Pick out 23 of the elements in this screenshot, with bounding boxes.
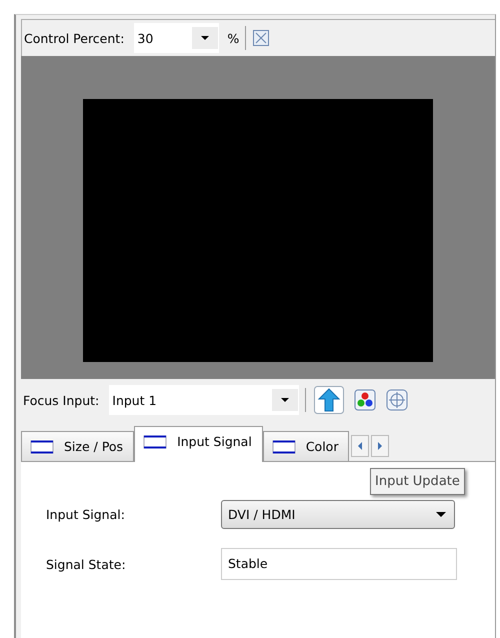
control-percent-label: Control Percent: bbox=[24, 30, 124, 46]
field-label: Input Signal: bbox=[45, 506, 126, 522]
signal-state-field[interactable]: Stable bbox=[221, 548, 457, 580]
input-signal-dropdown[interactable]: DVI / HDMI bbox=[221, 500, 455, 528]
right-triangle-icon bbox=[377, 442, 384, 450]
scroll-right-button[interactable] bbox=[371, 435, 390, 457]
scroll-left-button[interactable] bbox=[351, 435, 370, 457]
focus-input-label: Focus Input: bbox=[23, 392, 100, 408]
window-icon bbox=[30, 440, 54, 454]
tab[interactable]: Color bbox=[262, 431, 350, 461]
left-triangle-icon bbox=[357, 442, 364, 450]
percent-label: % bbox=[227, 30, 240, 46]
percent-dropdown[interactable]: 30 bbox=[134, 23, 220, 53]
focus-input-dropdown[interactable]: Input 1 bbox=[109, 385, 300, 415]
color-balls-icon[interactable] bbox=[354, 389, 376, 411]
window-icon bbox=[272, 440, 296, 454]
tab[interactable]: Input Signal bbox=[134, 426, 263, 462]
tooltip: Input Update bbox=[370, 468, 465, 495]
move-icon[interactable] bbox=[386, 389, 408, 411]
window-icon bbox=[143, 434, 168, 448]
tab[interactable]: Size / Pos bbox=[21, 431, 134, 461]
field-label: Signal State: bbox=[45, 556, 127, 572]
fit-icon[interactable] bbox=[252, 29, 270, 47]
